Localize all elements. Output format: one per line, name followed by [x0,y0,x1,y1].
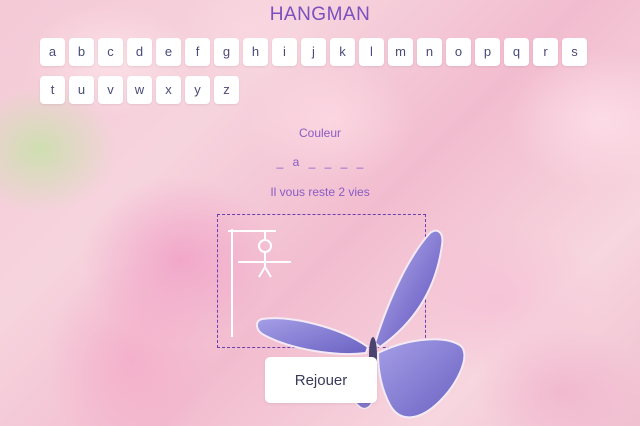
letter-key-m[interactable]: m [388,38,413,66]
lives-remaining: Il vous reste 2 vies [270,185,370,199]
letter-key-l[interactable]: l [359,38,384,66]
word-slot: _ [308,155,316,169]
letter-key-r[interactable]: r [533,38,558,66]
word-display: _ a _ _ _ _ [0,155,640,169]
letter-key-z[interactable]: z [214,76,239,104]
word-slot: _ [324,155,332,169]
letter-key-k[interactable]: k [330,38,355,66]
replay-button[interactable]: Rejouer [265,357,377,403]
letter-key-d[interactable]: d [127,38,152,66]
letter-key-y[interactable]: y [185,76,210,104]
letter-key-h[interactable]: h [243,38,268,66]
word-slot: a [292,155,300,169]
letter-key-x[interactable]: x [156,76,181,104]
letter-key-f[interactable]: f [185,38,210,66]
letter-key-c[interactable]: c [98,38,123,66]
letter-key-w[interactable]: w [127,76,152,104]
letter-key-n[interactable]: n [417,38,442,66]
letter-key-t[interactable]: t [40,76,65,104]
letter-key-a[interactable]: a [40,38,65,66]
letter-key-g[interactable]: g [214,38,239,66]
letter-key-q[interactable]: q [504,38,529,66]
letter-key-s[interactable]: s [562,38,587,66]
word-slot: _ [276,155,284,169]
word-slot: _ [340,155,348,169]
letter-key-b[interactable]: b [69,38,94,66]
letter-key-i[interactable]: i [272,38,297,66]
letter-key-e[interactable]: e [156,38,181,66]
letter-key-o[interactable]: o [446,38,471,66]
letter-key-v[interactable]: v [98,76,123,104]
letter-key-u[interactable]: u [69,76,94,104]
category-label: Couleur [298,126,342,140]
letter-key-j[interactable]: j [301,38,326,66]
letter-key-p[interactable]: p [475,38,500,66]
game-title: HANGMAN [269,4,371,25]
word-slot: _ [356,155,364,169]
